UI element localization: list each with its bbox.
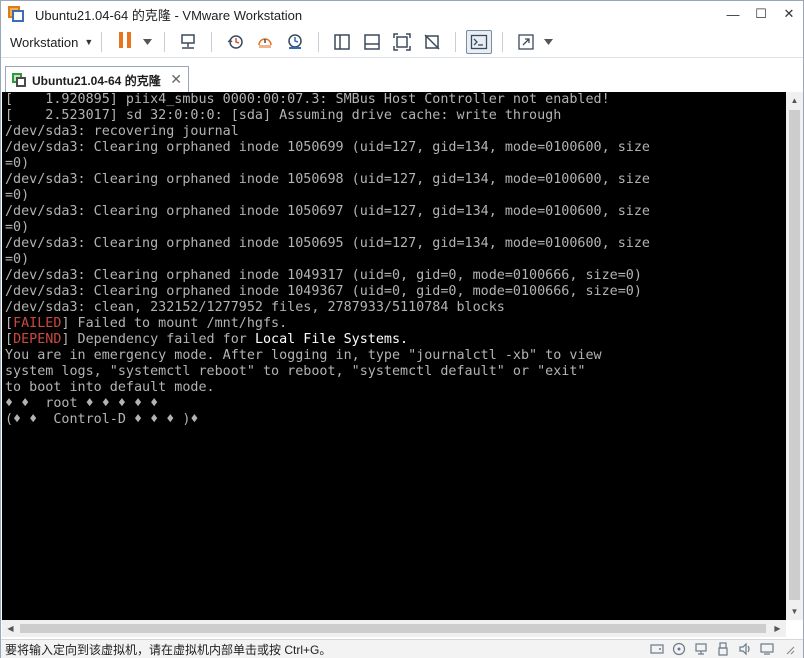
console-line: /dev/sda3: Clearing orphaned inode 10506… [5,172,650,187]
console-output: [ 1.920895] piix4_smbus 0000:00:07.3: SM… [5,92,786,316]
vertical-scrollbar[interactable]: ▲ ▼ [786,92,803,620]
status-bar: 要将输入定向到该虚拟机，请在虚拟机内部单击或按 Ctrl+G。 [1,639,803,658]
scroll-right-icon[interactable]: ▶ [769,620,786,637]
console-line: /dev/sda3: Clearing orphaned inode 10506… [5,140,650,155]
console-line: to boot into default mode. [5,380,215,395]
console-line: ♦ ♦ root ♦ ♦ ♦ ♦ ♦ [5,396,159,411]
console-line-depend: [DEPEND] Dependency failed for Local Fil… [5,332,409,347]
usb-device-icon[interactable] [715,641,731,657]
depend-message: Dependency failed for [69,332,255,347]
send-ctrl-alt-del-button[interactable] [175,30,201,54]
console-line: =0) [5,156,30,171]
console-line: =0) [5,188,30,203]
snapshot-clock-icon [227,35,244,49]
horizontal-scrollbar[interactable]: ◀ ▶ [2,620,786,637]
toolbar-divider [101,32,103,52]
snapshot-manager-icon [288,34,303,49]
emergency-output: You are in emergency mode. After logging… [5,348,786,428]
revert-snapshot-button[interactable] [252,30,278,54]
full-screen-button[interactable] [389,30,415,54]
tab-label: Ubuntu21.04-64 的克隆 [32,73,161,88]
vmware-window: Ubuntu21.04-64 的克隆 - VMware Workstation … [0,0,804,658]
toolbar-divider [164,32,166,52]
vmware-app-icon [7,5,25,23]
title-bar: Ubuntu21.04-64 的克隆 - VMware Workstation … [1,1,803,27]
vm-console-screen[interactable]: [ 1.920895] piix4_smbus 0000:00:07.3: SM… [2,92,786,620]
toolbar-divider [211,32,213,52]
device-status-icons [643,641,797,657]
console-line: /dev/sda3: Clearing orphaned inode 10493… [5,268,642,283]
workstation-menu-label: Workstation [10,34,79,50]
snapshot-manager-button[interactable] [282,30,308,54]
depend-target: Local File Systems. [254,332,409,347]
revert-snapshot-icon [258,38,273,48]
sidebar-layout-icon [334,34,351,50]
console-line: [ 2.523017] sd 32:0:0:0: [sda] Assuming … [5,108,562,123]
console-line: [ 1.920895] piix4_smbus 0000:00:07.3: SM… [5,92,610,107]
vm-running-icon [12,73,26,87]
bottom-panel-layout-icon [364,34,381,50]
workstation-menu[interactable]: Workstation ▼ [10,35,93,50]
console-line: /dev/sda3: recovering journal [5,124,239,139]
close-button[interactable]: ✕ [775,1,803,27]
unity-off-icon [424,34,440,50]
resize-grip-icon[interactable] [781,641,797,657]
tab-close-icon[interactable]: ✕ [170,71,182,88]
thumbnail-bar-button[interactable] [359,30,385,54]
network-adapter-icon[interactable] [693,641,709,657]
toolbar-divider [318,32,320,52]
cd-drive-icon[interactable] [671,641,687,657]
toolbar-divider [455,32,457,52]
terminal-icon [471,34,488,50]
hard-disk-icon[interactable] [649,641,665,657]
window-controls: — ☐ ✕ [719,1,803,27]
chevron-down-icon [142,39,152,45]
console-line: =0) [5,220,30,235]
vertical-scroll-thumb[interactable] [789,110,800,600]
scroll-left-icon[interactable]: ◀ [2,620,19,637]
power-options-dropdown[interactable] [140,30,154,54]
stretch-options-dropdown[interactable] [541,30,555,54]
pause-icon [117,31,133,53]
minimize-button[interactable]: — [719,1,747,27]
show-library-button[interactable] [329,30,355,54]
console-line: /dev/sda3: Clearing orphaned inode 10506… [5,236,650,251]
depend-tag: DEPEND [13,332,62,347]
full-screen-icon [393,33,412,51]
failed-tag: FAILED [13,316,62,331]
maximize-button[interactable]: ☐ [747,1,775,27]
console-line: /dev/sda3: Clearing orphaned inode 10506… [5,204,650,219]
chevron-down-icon: ▼ [84,37,94,47]
chevron-down-icon [543,39,553,45]
console-line-failed: [FAILED] Failed to mount /mnt/hgfs. [5,316,288,331]
console-line: /dev/sda3: Clearing orphaned inode 10493… [5,284,642,299]
horizontal-scroll-thumb[interactable] [20,624,766,633]
toolbar-divider [502,32,504,52]
pause-button[interactable] [112,30,138,54]
window-title: Ubuntu21.04-64 的克隆 - VMware Workstation [35,7,303,23]
console-line: system logs, "systemctl reboot" to reboo… [5,364,586,379]
console-line: (♦ ♦ Control-D ♦ ♦ ♦ )♦ [5,412,199,427]
scroll-up-icon[interactable]: ▲ [786,92,803,109]
failed-message: Failed to mount /mnt/hgfs. [69,316,288,331]
console-line: You are in emergency mode. After logging… [5,348,602,363]
take-snapshot-button[interactable] [222,30,248,54]
console-line: =0) [5,252,30,267]
scroll-down-icon[interactable]: ▼ [786,603,803,620]
unity-mode-button[interactable] [419,30,445,54]
console-line: /dev/sda3: clean, 232152/1277952 files, … [5,300,505,315]
tab-ubuntu-clone[interactable]: Ubuntu21.04-64 的克隆 ✕ [5,66,189,93]
display-icon[interactable] [759,641,775,657]
console-view-button[interactable] [466,30,493,54]
sound-card-icon[interactable] [737,641,753,657]
vm-tab-bar: Ubuntu21.04-64 的克隆 ✕ [1,57,803,93]
status-hint: 要将输入定向到该虚拟机，请在虚拟机内部单击或按 Ctrl+G。 [5,642,332,657]
stretch-guest-button[interactable] [513,30,539,54]
stretch-expand-icon [518,34,534,50]
network-monitor-icon [181,34,196,49]
toolbar: Workstation ▼ [1,27,803,57]
